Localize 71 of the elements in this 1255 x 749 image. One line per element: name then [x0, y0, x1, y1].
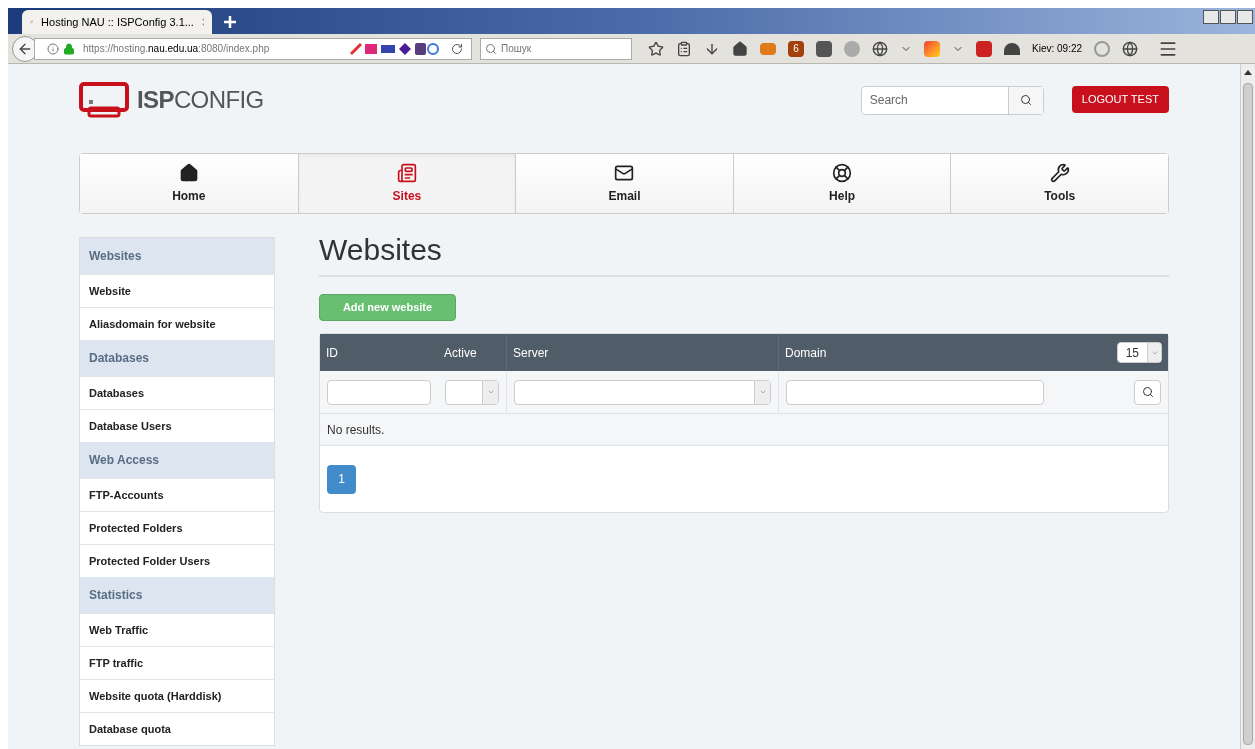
sidebar-item[interactable]: Protected Folders: [80, 511, 274, 544]
nav-tab[interactable]: Help: [732, 154, 951, 213]
scrollbar-thumb[interactable]: [1243, 83, 1253, 745]
search-field[interactable]: Search: [860, 85, 1044, 115]
column-header[interactable]: Domain: [785, 343, 827, 362]
browser-tab[interactable]: Hosting NAU :: ISPConfig 3.1...: [22, 10, 212, 34]
lock-icon: [63, 42, 75, 55]
document-icon: [396, 162, 417, 183]
logo-text: ISPCONFIG: [137, 85, 264, 115]
nav-tab[interactable]: Email: [515, 154, 733, 213]
search-icon: [485, 42, 497, 55]
tab-title: Hosting NAU :: ISPConfig 3.1...: [41, 14, 194, 30]
filter-field[interactable]: [786, 379, 1044, 405]
column-header[interactable]: Server: [513, 343, 549, 362]
reload-icon[interactable]: [451, 42, 463, 55]
empty-message: No results.: [327, 421, 385, 439]
filter-field[interactable]: [327, 379, 431, 405]
sidebar-item[interactable]: Databases: [80, 376, 274, 409]
sidebar-heading: Web Access: [80, 442, 274, 478]
sidebar-heading: Databases: [80, 340, 274, 376]
page-title: Websites: [319, 235, 1169, 277]
home-icon: [178, 162, 199, 183]
nav-label: Email: [608, 187, 641, 205]
nav-tab[interactable]: Tools: [950, 154, 1168, 213]
search-placeholder: Пошук: [501, 42, 532, 56]
extension-icons[interactable]: [349, 41, 439, 56]
caret-icon: [486, 388, 495, 396]
extension-icon[interactable]: [816, 40, 832, 57]
counter-badge[interactable]: 6: [788, 40, 804, 57]
scroll-up-icon[interactable]: [1244, 68, 1252, 76]
nav-label: Tools: [1044, 187, 1076, 205]
page-button[interactable]: 1: [327, 464, 356, 494]
scrollbar[interactable]: [1240, 64, 1255, 749]
sidebar-item[interactable]: FTP-Accounts: [80, 478, 274, 511]
nav-tab[interactable]: Home: [80, 154, 298, 213]
nav-label: Home: [172, 187, 206, 205]
sidebar-heading: Websites: [80, 238, 274, 274]
nav-label: Help: [829, 187, 856, 205]
info-icon: [47, 42, 59, 55]
caret-icon: [758, 388, 767, 396]
search-button[interactable]: [1134, 379, 1161, 405]
address-bar[interactable]: https://hosting.nau.edu.ua:8080/index.php: [34, 37, 472, 60]
column-header[interactable]: Active: [444, 343, 477, 362]
extension-icon[interactable]: [976, 40, 992, 57]
logout-button[interactable]: LOGOUT TEST: [1071, 85, 1169, 113]
sidebar-item[interactable]: Website: [80, 274, 274, 307]
sidebar-item[interactable]: Database quota: [80, 712, 274, 745]
search-icon: [1019, 94, 1032, 106]
search-button[interactable]: [1007, 86, 1043, 114]
nav-tab[interactable]: Sites: [297, 154, 516, 213]
search-icon: [1141, 386, 1154, 398]
new-tab-icon[interactable]: [224, 16, 236, 28]
logo-icon: [79, 82, 129, 118]
search-placeholder: Search: [868, 92, 909, 109]
sidebar-item[interactable]: Web Traffic: [80, 613, 274, 646]
sidebar-item[interactable]: Website quota (Harddisk): [80, 679, 274, 712]
clock-text: Kiev: 09:22: [1032, 42, 1083, 56]
lifebuoy-icon: [832, 162, 853, 183]
sidebar-item[interactable]: FTP traffic: [80, 646, 274, 679]
home-icon[interactable]: [732, 40, 748, 57]
star-icon[interactable]: [648, 40, 664, 57]
nav-label: Sites: [392, 187, 422, 205]
globe-icon[interactable]: [872, 40, 888, 57]
globe-icon[interactable]: [1122, 40, 1139, 57]
reading-list-icon[interactable]: [676, 40, 692, 57]
sidebar-heading: Statistics: [80, 577, 274, 613]
page-size-select[interactable]: 15: [1116, 342, 1162, 363]
column-header[interactable]: ID: [326, 343, 338, 362]
url-text: https://hosting.nau.edu.ua:8080/index.php: [83, 42, 270, 56]
extension-icon[interactable]: [1004, 42, 1020, 55]
browser-search-field[interactable]: Пошук: [480, 37, 632, 60]
